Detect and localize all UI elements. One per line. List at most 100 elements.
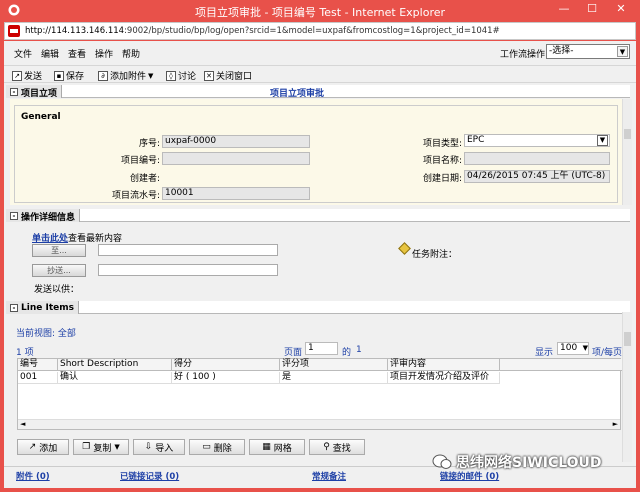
task-note-label: 任务附注：: [412, 250, 458, 260]
general-notes-link[interactable]: 常规备注: [312, 470, 346, 482]
linked-records-link[interactable]: 已链接记录 (0): [120, 470, 179, 482]
add-row-button[interactable]: ↗ 添加: [17, 439, 69, 455]
page-input[interactable]: 1: [305, 342, 338, 355]
close-icon: ✕: [204, 70, 214, 81]
seq-field[interactable]: uxpaf-0000: [162, 135, 310, 148]
menu-help[interactable]: 帮助: [122, 47, 140, 60]
workflow-label: 工作流操作: [500, 50, 546, 60]
per-page-label: 项/每页: [592, 348, 623, 358]
creator-label: 创建者:: [129, 174, 160, 184]
find-button[interactable]: ⚲ 查找: [309, 439, 365, 455]
send-label: 发送: [24, 72, 43, 82]
collapse-icon: -: [10, 304, 18, 312]
menu-edit[interactable]: 编辑: [41, 47, 59, 60]
project-type-select[interactable]: EPC ▼: [464, 134, 610, 147]
copy-row-label: 复制: [93, 443, 112, 454]
delete-row-button[interactable]: ▭ 删除: [189, 439, 245, 455]
to-input[interactable]: [98, 244, 278, 256]
delete-icon: ▭: [202, 442, 211, 452]
page-scrollbar[interactable]: [622, 312, 632, 462]
import-icon: ⇩: [144, 442, 153, 452]
close-window-button[interactable]: ✕: [606, 0, 636, 20]
project-number-label: 项目编号:: [120, 156, 160, 166]
discuss-button[interactable]: ◊ 讨论: [166, 69, 196, 82]
table-cell[interactable]: 确认: [58, 372, 172, 384]
menu-file[interactable]: 文件: [14, 47, 32, 60]
send-for-label: 发送以供：: [34, 285, 80, 295]
col-header-scoring-item[interactable]: 评分项: [280, 359, 388, 371]
line-items-grid: 编号 Short Description 得分 评分项 评审内容 001 确认 …: [17, 358, 622, 430]
table-cell[interactable]: 项目开发情况介绍及评价: [388, 372, 500, 384]
chevron-left-icon[interactable]: ◄: [20, 420, 25, 428]
restore-button[interactable]: ☐: [578, 0, 606, 20]
page-total: 1: [356, 345, 362, 355]
close-window-toolbar-button[interactable]: ✕ 关闭窗口: [204, 69, 252, 82]
chevron-down-icon: ▼: [597, 135, 608, 146]
copy-row-button[interactable]: ❐ 复制 ▼: [73, 439, 129, 455]
menu-action[interactable]: 操作: [95, 47, 113, 60]
project-tab[interactable]: - 项目立项: [6, 85, 63, 99]
chevron-down-icon: ▼: [617, 46, 628, 57]
watermark-text: 思纬网络SIWICLOUD: [456, 455, 602, 471]
chevron-right-icon[interactable]: ►: [613, 420, 618, 428]
add-attachment-button[interactable]: ∂ 添加附件 ▼: [98, 69, 153, 82]
address-bar[interactable]: http://114.113.146.114:9002/bp/studio/bp…: [4, 22, 636, 40]
window-titlebar: 项目立项审批 - 项目编号 Test - Internet Explorer —…: [0, 0, 640, 22]
delete-row-label: 删除: [213, 443, 232, 454]
item-count: 1 项: [16, 348, 34, 358]
attachments-link[interactable]: 附件 (0): [16, 470, 50, 482]
line-items-tab[interactable]: - Line Items: [6, 301, 79, 314]
send-button[interactable]: ↗ 发送: [12, 69, 42, 82]
created-date-label: 创建日期:: [422, 174, 462, 184]
per-page-select[interactable]: 100 ▼: [557, 342, 589, 355]
project-type-label: 项目类型:: [422, 139, 462, 149]
latest-content-link[interactable]: 单击此处: [32, 234, 68, 244]
col-header-number[interactable]: 编号: [18, 359, 58, 371]
flow-number-field[interactable]: 10001: [162, 187, 310, 200]
ops-tab-label: 操作详细信息: [21, 212, 76, 223]
chevron-down-icon: ▼: [114, 443, 120, 451]
to-button[interactable]: 至...: [32, 244, 86, 257]
col-header-review-content[interactable]: 评审内容: [388, 359, 500, 371]
grid-button[interactable]: ▦ 网格: [249, 439, 305, 455]
cc-input[interactable]: [98, 264, 278, 276]
cc-button[interactable]: 抄送...: [32, 264, 86, 277]
import-button[interactable]: ⇩ 导入: [133, 439, 185, 455]
page-label: 页面: [284, 348, 303, 358]
minimize-button[interactable]: —: [550, 0, 578, 20]
add-row-label: 添加: [39, 443, 58, 454]
save-button[interactable]: ▪ 保存: [54, 69, 84, 82]
search-icon: ⚲: [323, 442, 330, 452]
per-page-value: 100: [560, 343, 578, 353]
ops-tab[interactable]: - 操作详细信息: [6, 209, 81, 223]
project-type-value: EPC: [467, 135, 485, 145]
workflow-select[interactable]: -选择- ▼: [546, 44, 630, 59]
current-view[interactable]: 当前视图: 全部: [16, 326, 76, 339]
close-window-label: 关闭窗口: [216, 72, 253, 82]
grid-h-scrollbar[interactable]: ◄ ►: [18, 419, 620, 429]
project-number-field[interactable]: [162, 152, 310, 165]
discuss-icon: ◊: [166, 70, 176, 81]
col-header-score[interactable]: 得分: [172, 359, 280, 371]
chevron-down-icon: ▼: [582, 344, 588, 352]
table-cell[interactable]: 好 ( 100 ): [172, 372, 280, 384]
menu-view[interactable]: 查看: [68, 47, 86, 60]
page-scroll-thumb[interactable]: [624, 332, 631, 346]
project-tab-label: 项目立项: [21, 88, 58, 99]
import-label: 导入: [155, 443, 174, 454]
col-header-short-description[interactable]: Short Description: [58, 359, 172, 371]
chevron-down-icon: ▼: [148, 71, 154, 80]
copy-icon: ❐: [82, 442, 91, 452]
save-icon: ▪: [54, 70, 64, 81]
project-scrollbar[interactable]: [622, 99, 632, 205]
creator-value: [162, 171, 310, 182]
url-host: http://114.113.146.114: [25, 26, 125, 36]
table-cell[interactable]: 是: [280, 372, 388, 384]
col-header-filler: [500, 359, 622, 371]
ops-section-header: - 操作详细信息: [6, 209, 630, 223]
created-date-field[interactable]: 04/26/2015 07:45 上午 (UTC-8): [464, 170, 610, 183]
project-scroll-thumb[interactable]: [624, 129, 631, 139]
grid-icon: ▦: [262, 442, 271, 452]
table-cell[interactable]: 001: [18, 372, 58, 384]
project-name-field[interactable]: [464, 152, 610, 165]
